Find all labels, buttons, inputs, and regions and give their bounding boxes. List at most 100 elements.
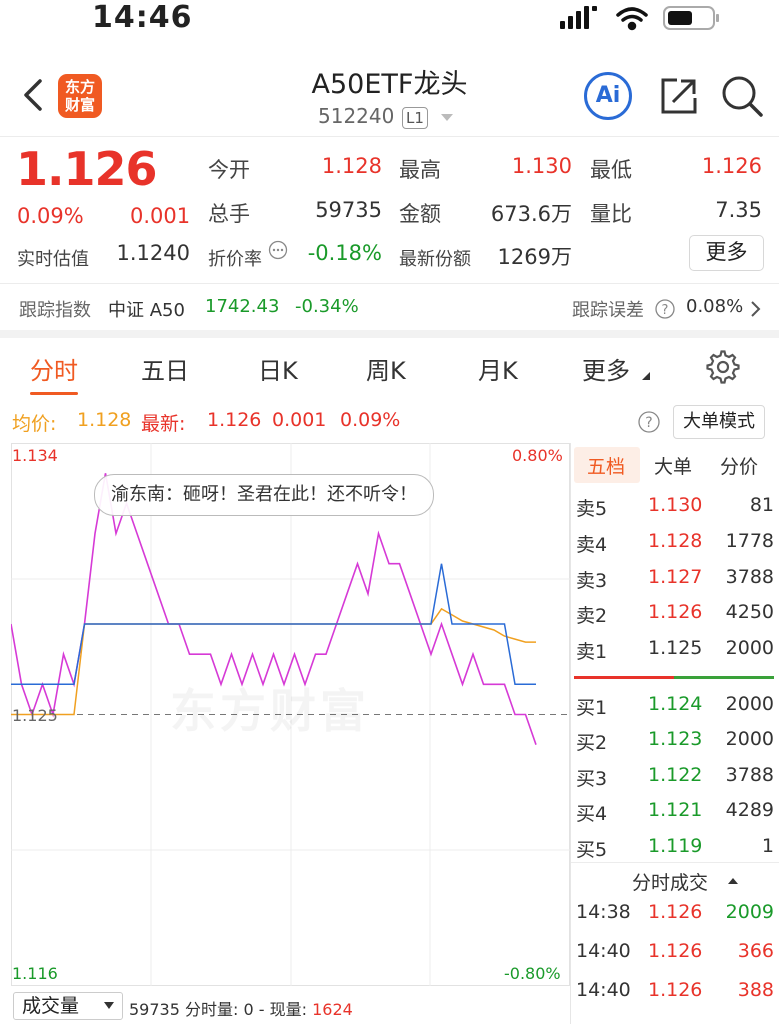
ticks-divider	[571, 862, 779, 863]
bid-label: 买4	[576, 803, 608, 825]
open-label: 今开	[208, 158, 250, 182]
tab-weekly-k[interactable]: 周K	[366, 351, 406, 386]
ask-label: 卖3	[576, 570, 608, 592]
orderbook-tab-five-levels[interactable]: 五档	[587, 452, 625, 479]
ask-row-3: 卖3 1.127 3788	[574, 566, 774, 600]
svg-text:?: ?	[645, 415, 652, 431]
tick-row: 14:40 1.126 388	[574, 979, 774, 1013]
ask-qty: 2000	[725, 637, 774, 659]
selector-caret-icon	[104, 1002, 114, 1009]
quote-divider	[0, 283, 779, 284]
bid-qty: 2000	[725, 728, 774, 750]
big-order-mode-button[interactable]: 大单模式	[673, 405, 765, 439]
last-label: 最新:	[141, 413, 186, 435]
tab-intraday[interactable]: 分时	[30, 351, 78, 386]
ticks-title[interactable]: 分时成交	[632, 868, 779, 895]
tick-time: 14:40	[576, 940, 631, 962]
low-value: 1.126	[701, 154, 762, 178]
more-quote-button[interactable]: 更多	[689, 235, 764, 271]
sort-up-icon[interactable]	[727, 876, 739, 886]
tick-row: 14:38 1.126 2009	[574, 901, 774, 935]
info-dots-icon[interactable]	[268, 240, 288, 260]
status-icons	[560, 6, 719, 31]
ask-label: 卖4	[576, 534, 608, 556]
status-time: 14:46	[92, 0, 193, 35]
tick-time: 14:38	[576, 901, 631, 923]
ask-label: 卖5	[576, 498, 608, 520]
bid-price: 1.121	[648, 799, 703, 821]
y-axis-bottom-label: 1.116	[12, 964, 58, 983]
last-pct: 0.09%	[340, 409, 401, 431]
pct-axis-bottom-label: -0.80%	[504, 964, 561, 983]
chart-help-icon[interactable]: ?	[637, 410, 661, 434]
ask-price: 1.128	[648, 530, 703, 552]
ask-qty: 4250	[725, 601, 774, 623]
bid-qty: 3788	[725, 764, 774, 786]
volume-fen-label: 分时量: 0 - 现量:	[185, 1000, 307, 1019]
tick-qty: 388	[737, 979, 774, 1001]
bid-price: 1.124	[648, 693, 703, 715]
tab-more[interactable]: 更多	[582, 351, 630, 386]
change-percent: 0.09%	[17, 204, 84, 228]
bid-price: 1.123	[648, 728, 703, 750]
ask-row-5: 卖5 1.130 81	[574, 494, 774, 528]
avg-value: 1.128	[77, 409, 132, 431]
orderbook-tab-price-split[interactable]: 分价	[720, 452, 758, 479]
ask-label: 卖1	[576, 641, 608, 663]
tab-daily-k[interactable]: 日K	[258, 351, 298, 386]
bid-price: 1.119	[648, 835, 703, 857]
watermark-text: 东方财富	[170, 675, 370, 741]
settings-gear-icon[interactable]	[706, 350, 740, 384]
tick-price: 1.126	[648, 901, 703, 923]
last-value: 1.126	[207, 409, 262, 431]
tick-qty: 2009	[725, 901, 774, 923]
share-icon[interactable]	[659, 76, 699, 116]
tick-price: 1.126	[648, 940, 703, 962]
discount-value: -0.18%	[307, 241, 382, 265]
tracking-error-value: 0.08%	[686, 296, 744, 317]
level-dropdown-icon[interactable]	[441, 114, 453, 121]
tick-qty: 366	[737, 940, 774, 962]
tracking-index-value: 1742.43	[205, 296, 280, 317]
bid-label: 买1	[576, 697, 608, 719]
tab-five-day[interactable]: 五日	[141, 351, 189, 386]
orderbook-divider	[570, 443, 571, 1024]
bid-label: 买5	[576, 839, 608, 861]
discount-label: 折价率	[208, 249, 262, 270]
tracking-label: 跟踪指数	[19, 300, 91, 321]
ask-row-4: 卖4 1.128 1778	[574, 530, 774, 564]
bid-side-bar	[674, 676, 774, 679]
help-icon[interactable]: ?	[654, 298, 676, 320]
orderbook-tab-big-orders[interactable]: 大单	[654, 452, 692, 479]
low-label: 最低	[590, 158, 632, 182]
avg-label: 均价:	[12, 413, 57, 435]
bid-qty: 2000	[725, 693, 774, 715]
tracking-index-name[interactable]: 中证 A50	[108, 296, 185, 322]
amount-value: 673.6万	[490, 202, 572, 226]
svg-text:?: ?	[662, 303, 669, 318]
ask-price: 1.126	[648, 601, 703, 623]
tick-time: 14:40	[576, 979, 631, 1001]
ask-qty: 1778	[725, 530, 774, 552]
ask-qty: 3788	[725, 566, 774, 588]
volume-total: 59735	[129, 1000, 180, 1019]
iopv-value: 1.1240	[116, 241, 190, 265]
last-change: 0.001	[272, 409, 327, 431]
indicator-selector[interactable]: 成交量	[13, 992, 123, 1020]
level-badge[interactable]: L1	[402, 107, 428, 129]
signal-icon	[560, 6, 597, 29]
indicator-selector-label: 成交量	[22, 995, 80, 1017]
ai-button[interactable]: Ai	[584, 72, 632, 120]
bid-row-4: 买4 1.121 4289	[574, 799, 774, 833]
y-axis-top-label: 1.134	[12, 446, 58, 465]
ask-row-1: 卖1 1.125 2000	[574, 637, 774, 671]
header-divider	[0, 136, 779, 137]
chat-bubble[interactable]: 渝东南：砸呀！圣君在此！还不听令！	[94, 474, 434, 516]
search-icon[interactable]	[720, 74, 764, 118]
current-price: 1.126	[16, 142, 158, 196]
volume-ratio-value: 7.35	[715, 198, 762, 222]
bid-label: 买2	[576, 732, 608, 754]
tab-monthly-k[interactable]: 月K	[478, 351, 518, 386]
bid-row-5: 买5 1.119 1	[574, 835, 774, 869]
chevron-right-icon[interactable]	[750, 300, 762, 318]
